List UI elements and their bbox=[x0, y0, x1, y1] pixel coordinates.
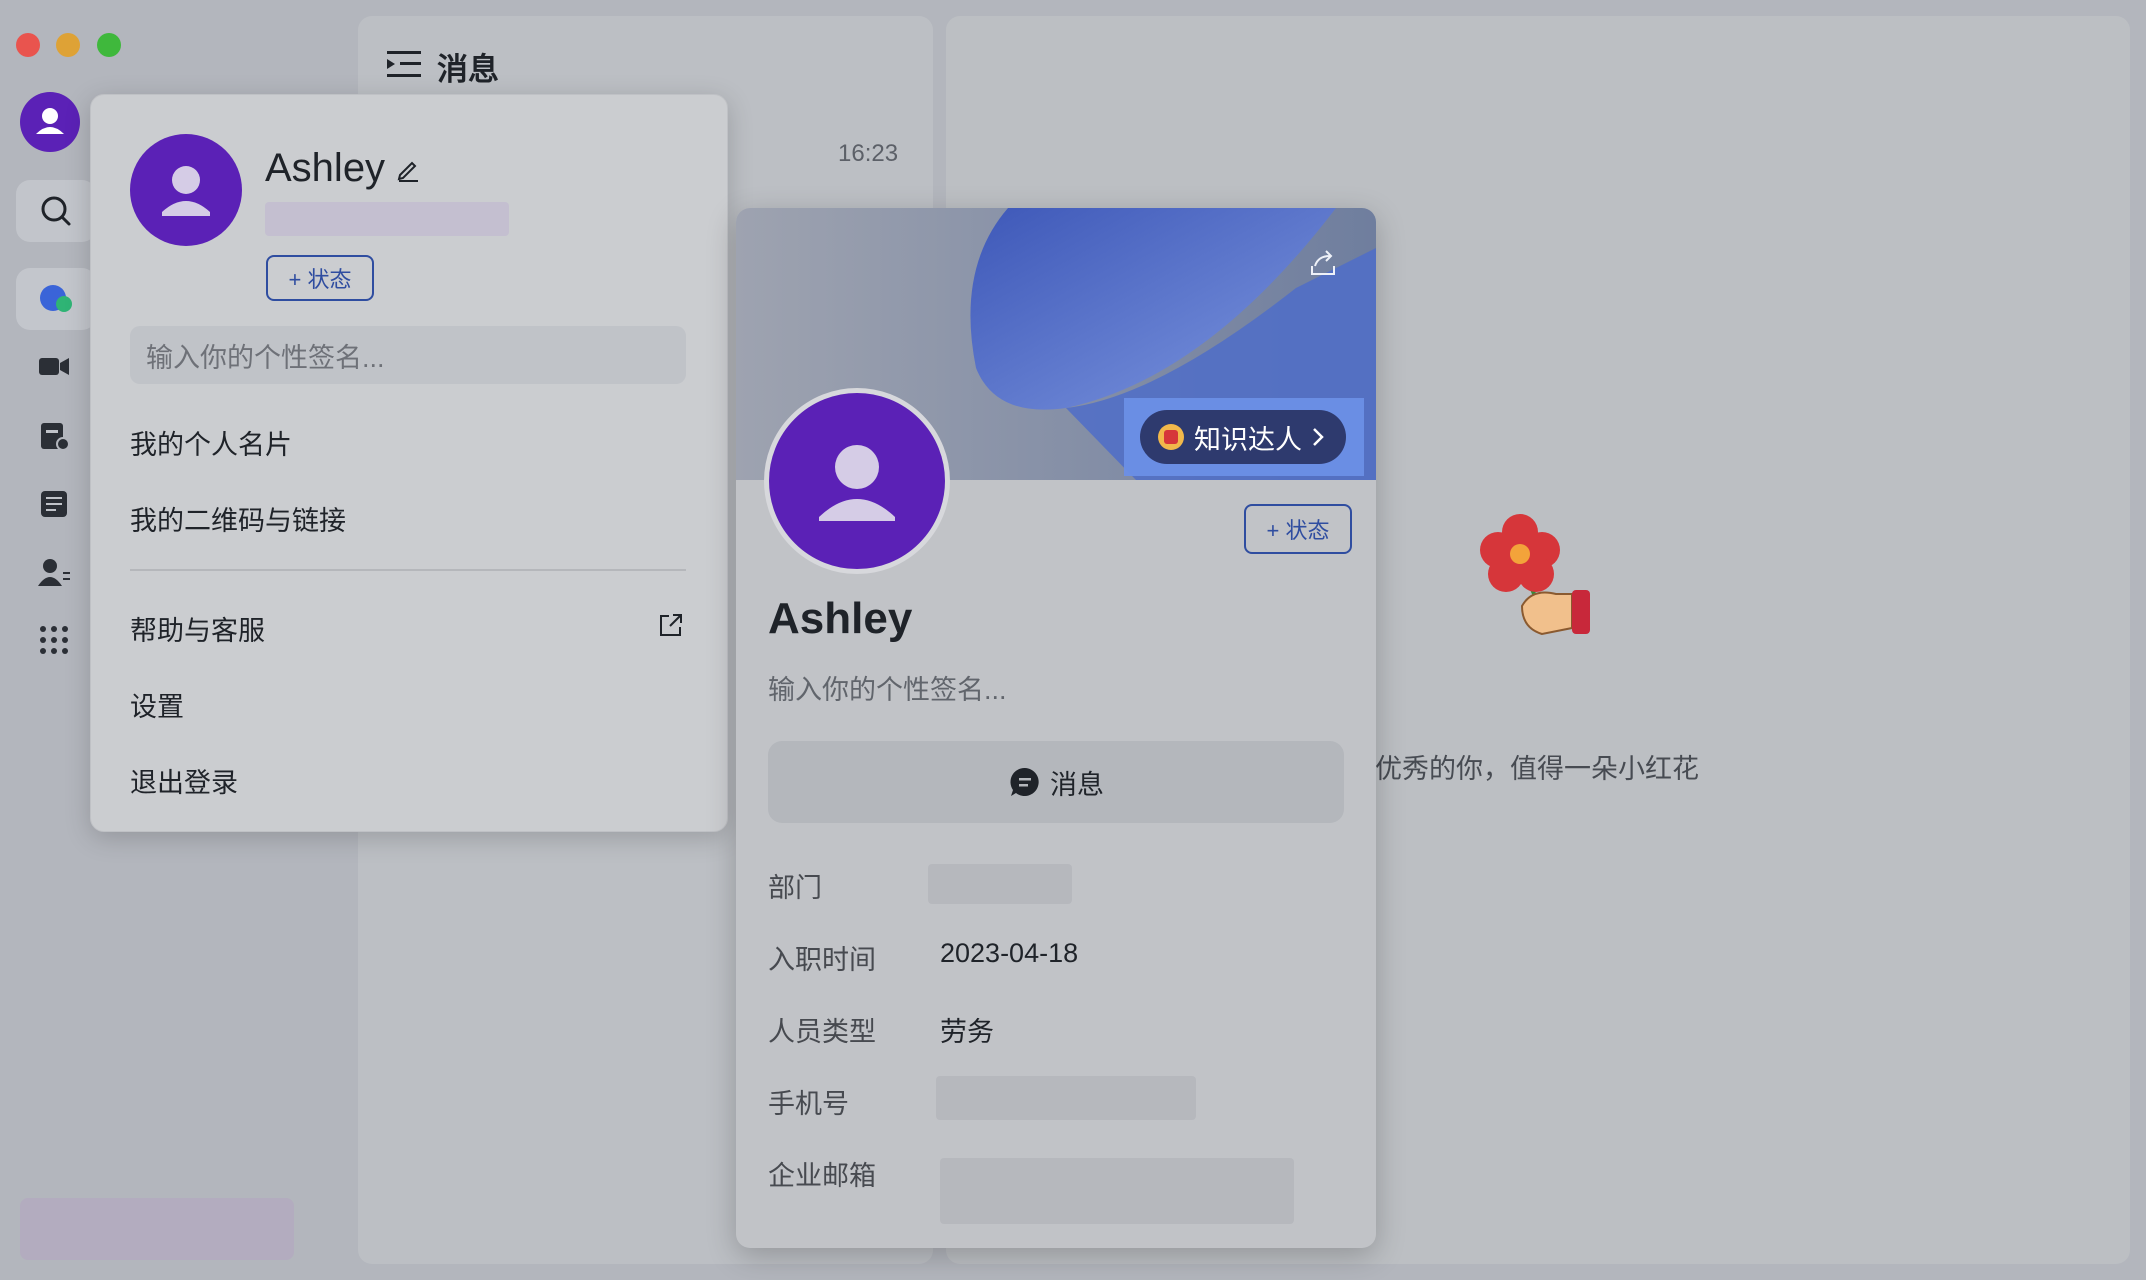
user-icon bbox=[36, 108, 64, 134]
docs-icon[interactable] bbox=[36, 418, 72, 454]
message-bubble-icon bbox=[1010, 767, 1039, 796]
apps-icon[interactable] bbox=[36, 622, 72, 658]
menu-item-qrcode[interactable]: 我的二维码与链接 bbox=[130, 499, 346, 538]
join-date-value: 2023-04-18 bbox=[940, 938, 1079, 968]
panel-title: 消息 bbox=[437, 52, 499, 87]
search-icon bbox=[41, 196, 71, 226]
edit-icon[interactable] bbox=[394, 155, 422, 183]
chevron-right-icon bbox=[1313, 428, 1324, 446]
menu-item-logout[interactable]: 退出登录 bbox=[130, 761, 238, 800]
card-signature[interactable]: 输入你的个性签名... bbox=[768, 668, 1007, 707]
sidebar-search[interactable] bbox=[16, 180, 96, 242]
menu-subtitle-blurred bbox=[265, 202, 509, 236]
maximize-window-button[interactable] bbox=[97, 33, 121, 57]
sidebar-avatar[interactable] bbox=[20, 92, 80, 152]
chat-icon bbox=[40, 285, 72, 312]
contacts-icon[interactable] bbox=[36, 554, 72, 590]
close-window-button[interactable] bbox=[16, 33, 40, 57]
empty-state-text: 优秀的你，值得一朵小红花 bbox=[1375, 754, 1699, 784]
user-icon bbox=[162, 166, 210, 216]
flower-icon bbox=[1480, 514, 1590, 636]
video-icon[interactable] bbox=[36, 348, 72, 384]
share-icon[interactable] bbox=[1306, 246, 1340, 280]
profile-card: 知识达人 + 状态 Ashley 输入你的个性签名... 消息 部门 入职时间 … bbox=[736, 208, 1376, 1248]
card-status-button[interactable]: + 状态 bbox=[1244, 504, 1352, 554]
send-message-button[interactable]: 消息 bbox=[768, 741, 1344, 823]
message-list-icon[interactable] bbox=[387, 49, 421, 79]
calendar-icon[interactable] bbox=[36, 486, 72, 522]
department-value-blurred bbox=[928, 864, 1072, 904]
join-date-label: 入职时间 bbox=[768, 945, 876, 975]
email-label: 企业邮箱 bbox=[768, 1161, 876, 1191]
sidebar bbox=[0, 70, 92, 1280]
menu-item-my-card[interactable]: 我的个人名片 bbox=[130, 423, 292, 462]
send-message-label: 消息 bbox=[1050, 769, 1104, 800]
badge-label: 知识达人 bbox=[1194, 424, 1302, 455]
menu-username: Ashley bbox=[265, 146, 386, 190]
menu-status-button[interactable]: + 状态 bbox=[266, 255, 374, 301]
user-icon bbox=[819, 445, 895, 521]
phone-value-blurred bbox=[936, 1076, 1196, 1120]
menu-avatar[interactable] bbox=[130, 134, 242, 246]
phone-label: 手机号 bbox=[768, 1089, 849, 1119]
message-time: 16:23 bbox=[838, 140, 899, 167]
department-label: 部门 bbox=[768, 873, 822, 903]
menu-item-settings[interactable]: 设置 bbox=[130, 685, 184, 724]
email-value-blurred bbox=[940, 1158, 1294, 1224]
menu-item-help[interactable]: 帮助与客服 bbox=[130, 609, 265, 648]
staff-type-value: 劳务 bbox=[940, 1017, 994, 1047]
minimize-window-button[interactable] bbox=[56, 33, 80, 57]
knowledge-badge[interactable]: 知识达人 bbox=[1140, 410, 1346, 464]
sidebar-footer-blurred bbox=[20, 1198, 294, 1260]
sidebar-item-messages[interactable] bbox=[16, 268, 96, 330]
staff-type-label: 人员类型 bbox=[768, 1017, 876, 1047]
menu-divider bbox=[130, 569, 686, 571]
signature-input[interactable]: 输入你的个性签名... bbox=[130, 326, 686, 384]
app-window: 消息 16:23 优秀的你，值得一朵小红花 Ashley + 状态 输入你的个性… bbox=[0, 0, 2146, 1280]
card-avatar[interactable] bbox=[764, 388, 950, 574]
external-link-icon bbox=[660, 614, 682, 636]
card-username: Ashley bbox=[768, 594, 913, 643]
badge-icon bbox=[1158, 424, 1184, 450]
